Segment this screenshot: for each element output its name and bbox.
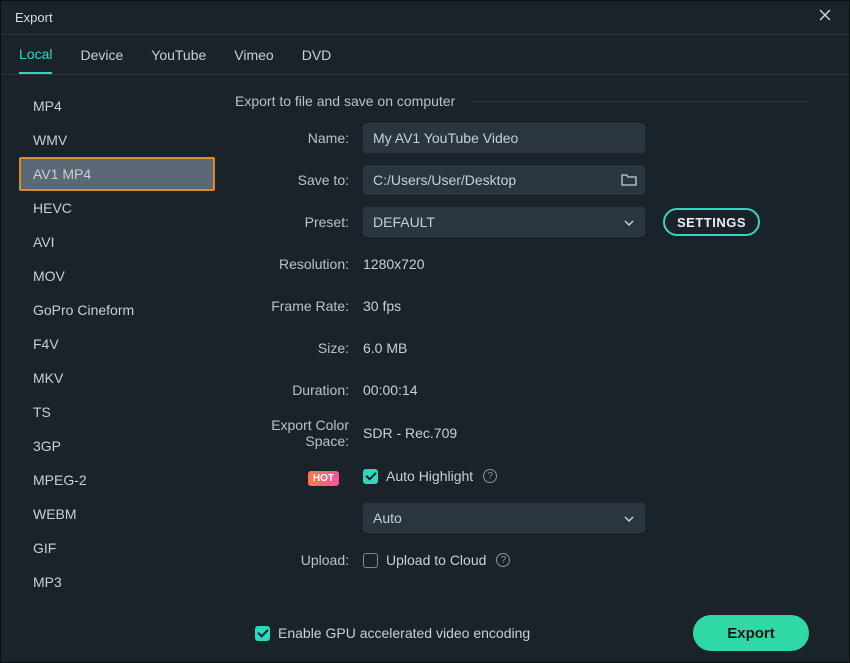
resolution-label: Resolution: [235, 256, 363, 272]
format-item[interactable]: WEBM [19, 497, 215, 531]
tab-device[interactable]: Device [80, 37, 123, 73]
highlight-mode-select[interactable]: Auto [363, 503, 645, 533]
divider [471, 101, 809, 102]
upload-cloud-label: Upload to Cloud [386, 552, 486, 568]
framerate-label: Frame Rate: [235, 298, 363, 314]
name-label: Name: [235, 130, 363, 146]
format-item[interactable]: MPEG-2 [19, 463, 215, 497]
colorspace-label: Export Color Space: [235, 417, 363, 449]
upload-cloud-checkbox[interactable] [363, 553, 378, 568]
format-item[interactable]: 3GP [19, 429, 215, 463]
chevron-down-icon [623, 512, 635, 524]
format-sidebar: MP4WMVAV1 MP4HEVCAVIMOVGoPro CineformF4V… [1, 75, 199, 606]
format-item[interactable]: AV1 MP4 [19, 157, 215, 191]
framerate-value: 30 fps [363, 298, 401, 314]
auto-highlight-label: Auto Highlight [386, 468, 473, 484]
format-item[interactable]: F4V [19, 327, 215, 361]
close-icon[interactable] [815, 8, 835, 27]
tab-bar: Local Device YouTube Vimeo DVD [1, 35, 849, 75]
hot-badge: HOT [308, 471, 339, 486]
gpu-label: Enable GPU accelerated video encoding [278, 625, 530, 641]
format-item[interactable]: MOV [19, 259, 215, 293]
upload-label: Upload: [235, 552, 363, 568]
auto-highlight-checkbox[interactable] [363, 469, 378, 484]
format-item[interactable]: GoPro Cineform [19, 293, 215, 327]
duration-label: Duration: [235, 382, 363, 398]
saveto-path: C:/Users/User/Desktop [373, 172, 613, 188]
format-item[interactable]: MP3 [19, 565, 215, 599]
preset-value: DEFAULT [373, 214, 435, 230]
settings-button[interactable]: SETTINGS [663, 208, 760, 236]
titlebar: Export [1, 1, 849, 35]
duration-value: 00:00:14 [363, 382, 418, 398]
help-icon[interactable]: ? [483, 469, 497, 483]
preset-label: Preset: [235, 214, 363, 230]
section-header: Export to file and save on computer [235, 93, 809, 109]
format-item[interactable]: MKV [19, 361, 215, 395]
resolution-value: 1280x720 [363, 256, 425, 272]
name-input[interactable] [363, 123, 645, 153]
format-item[interactable]: MP4 [19, 89, 215, 123]
export-dialog: Export Local Device YouTube Vimeo DVD MP4WMV… [0, 0, 850, 663]
tab-dvd[interactable]: DVD [302, 37, 332, 73]
main-panel: Export to file and save on computer Name… [199, 75, 849, 606]
tab-local[interactable]: Local [19, 36, 52, 74]
format-item[interactable]: HEVC [19, 191, 215, 225]
help-icon[interactable]: ? [496, 553, 510, 567]
export-button[interactable]: Export [693, 615, 809, 651]
section-title: Export to file and save on computer [235, 93, 455, 109]
highlight-mode-value: Auto [373, 510, 402, 526]
format-item[interactable]: GIF [19, 531, 215, 565]
gpu-option: Enable GPU accelerated video encoding [255, 625, 530, 641]
format-item[interactable]: WMV [19, 123, 215, 157]
footer: Enable GPU accelerated video encoding Ex… [1, 604, 849, 662]
format-item[interactable]: AVI [19, 225, 215, 259]
saveto-box: C:/Users/User/Desktop [363, 165, 645, 195]
dialog-body: MP4WMVAV1 MP4HEVCAVIMOVGoPro CineformF4V… [1, 75, 849, 606]
folder-icon[interactable] [621, 173, 637, 187]
format-item[interactable]: TS [19, 395, 215, 429]
window-title: Export [15, 10, 53, 25]
saveto-label: Save to: [235, 172, 363, 188]
chevron-down-icon [623, 216, 635, 228]
tab-youtube[interactable]: YouTube [151, 37, 206, 73]
size-label: Size: [235, 340, 363, 356]
tab-vimeo[interactable]: Vimeo [234, 37, 273, 73]
preset-select[interactable]: DEFAULT [363, 207, 645, 237]
size-value: 6.0 MB [363, 340, 407, 356]
colorspace-value: SDR - Rec.709 [363, 425, 457, 441]
gpu-checkbox[interactable] [255, 626, 270, 641]
